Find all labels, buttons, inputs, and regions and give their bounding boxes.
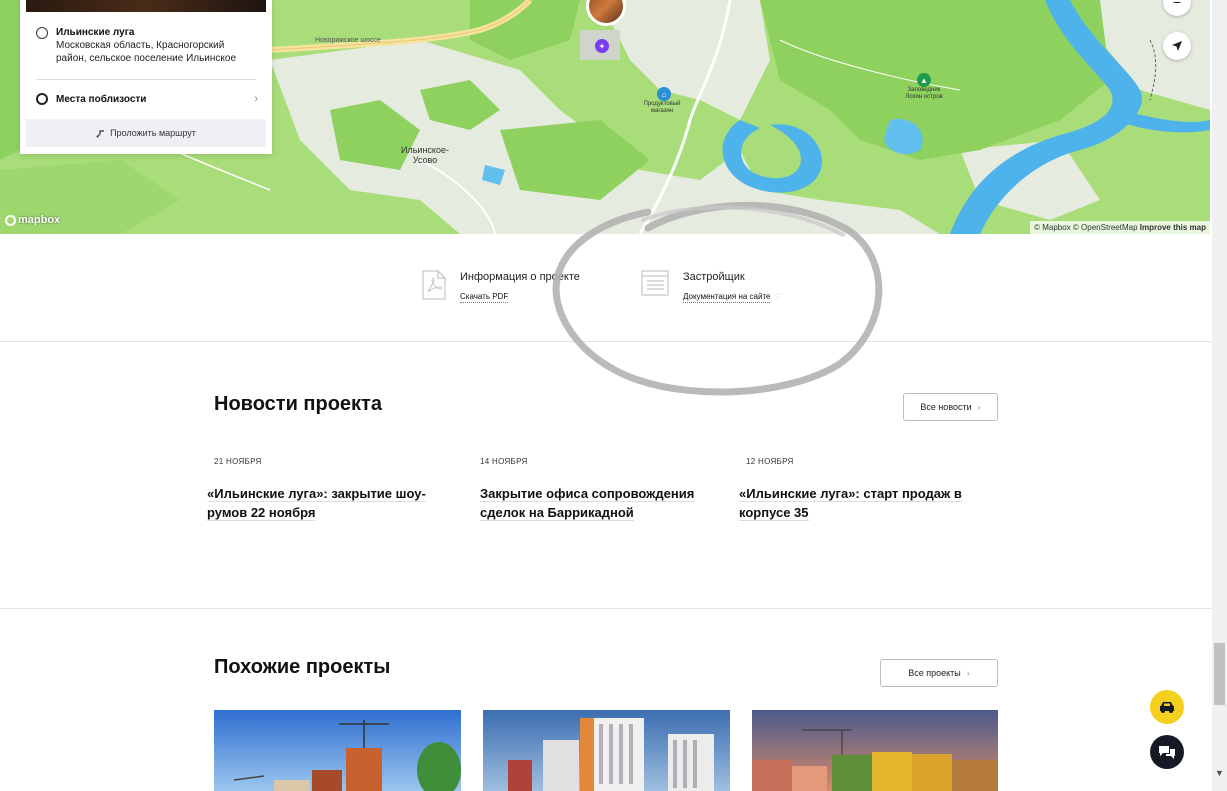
shop-poi-icon[interactable]: ⌂: [657, 87, 671, 101]
project-address: Московская область, Красногорский район,…: [56, 40, 237, 64]
news-date: 14 НОЯБРЯ: [480, 457, 528, 466]
section-divider: [0, 608, 1212, 609]
chat-bubbles-icon: [1159, 746, 1175, 759]
chevron-right-icon: ›: [977, 402, 981, 412]
shop-label: Продуктовый магазин: [643, 101, 681, 114]
project-photo: [26, 0, 266, 12]
all-news-button[interactable]: Все новости ›: [903, 393, 998, 421]
news-item[interactable]: 12 НОЯБРЯ «Ильинские луга»: старт продаж…: [739, 457, 991, 522]
road-label: Новорижское шоссе: [315, 37, 381, 44]
attrib-improve[interactable]: Improve this map: [1140, 223, 1206, 232]
project-card-image[interactable]: [214, 710, 461, 791]
download-pdf-link[interactable]: Скачать PDF: [460, 292, 509, 303]
nearby-label: Места поблизости: [56, 93, 147, 105]
project-pin-icon[interactable]: ✦: [595, 39, 609, 53]
news-section-title: Новости проекта: [214, 393, 382, 415]
location-pin-icon: [36, 27, 48, 39]
news-item[interactable]: 14 НОЯБРЯ Закрытие офиса сопровождения с…: [480, 457, 725, 522]
news-title[interactable]: Закрытие офиса сопровождения сделок на Б…: [480, 484, 725, 522]
news-title[interactable]: «Ильинские луга»: закрытие шоу-румов 22 …: [207, 484, 459, 522]
target-icon: [36, 93, 48, 105]
location-card: Ильинские луга Московская область, Красн…: [20, 0, 272, 154]
scrollbar-thumb[interactable]: [1214, 643, 1225, 705]
news-title[interactable]: «Ильинские луга»: старт продаж в корпусе…: [739, 484, 991, 522]
attrib-osm[interactable]: © OpenStreetMap: [1073, 223, 1138, 232]
reserve-poi-icon[interactable]: ▲: [917, 73, 931, 87]
chevron-right-icon: ›: [254, 93, 258, 105]
scribble-circle-annotation: [552, 201, 883, 396]
village-label: Ильинское- Усово: [401, 145, 449, 165]
scroll-down-arrow-icon[interactable]: ▼: [1214, 768, 1225, 782]
card-divider: [36, 79, 256, 80]
project-card-image[interactable]: [752, 710, 998, 791]
chat-button[interactable]: [1150, 735, 1184, 769]
nearby-places-link[interactable]: Места поблизости ›: [36, 93, 258, 105]
news-date: 21 НОЯБРЯ: [214, 457, 262, 466]
map-attribution: © Mapbox © OpenStreetMap Improve this ma…: [1030, 221, 1210, 234]
all-projects-button[interactable]: Все проекты ›: [880, 659, 998, 687]
taxi-button[interactable]: [1150, 690, 1184, 724]
mapbox-logo-icon: [5, 214, 16, 226]
news-item[interactable]: 21 НОЯБРЯ «Ильинские луга»: закрытие шоу…: [207, 457, 459, 522]
news-date: 12 НОЯБРЯ: [746, 457, 794, 466]
pdf-file-icon: [422, 270, 446, 300]
project-name: Ильинские луга: [56, 27, 135, 38]
build-route-button[interactable]: Проложить маршрут: [26, 119, 266, 147]
page-scrollbar[interactable]: ▼: [1212, 0, 1227, 791]
similar-section-title: Похожие проекты: [214, 656, 391, 678]
geolocate-button[interactable]: [1163, 32, 1191, 60]
reserve-label: Заповедник Лохин остров: [905, 87, 943, 100]
navigation-arrow-icon: [1172, 41, 1182, 51]
route-icon: [96, 129, 105, 137]
taxi-car-icon: [1160, 702, 1174, 713]
mapbox-logo[interactable]: mapbox: [5, 214, 60, 226]
attrib-mapbox[interactable]: © Mapbox: [1034, 223, 1071, 232]
address-block: Ильинские луга Московская область, Красн…: [36, 26, 246, 65]
project-card-image[interactable]: [483, 710, 730, 791]
chevron-right-icon: ›: [966, 668, 970, 678]
